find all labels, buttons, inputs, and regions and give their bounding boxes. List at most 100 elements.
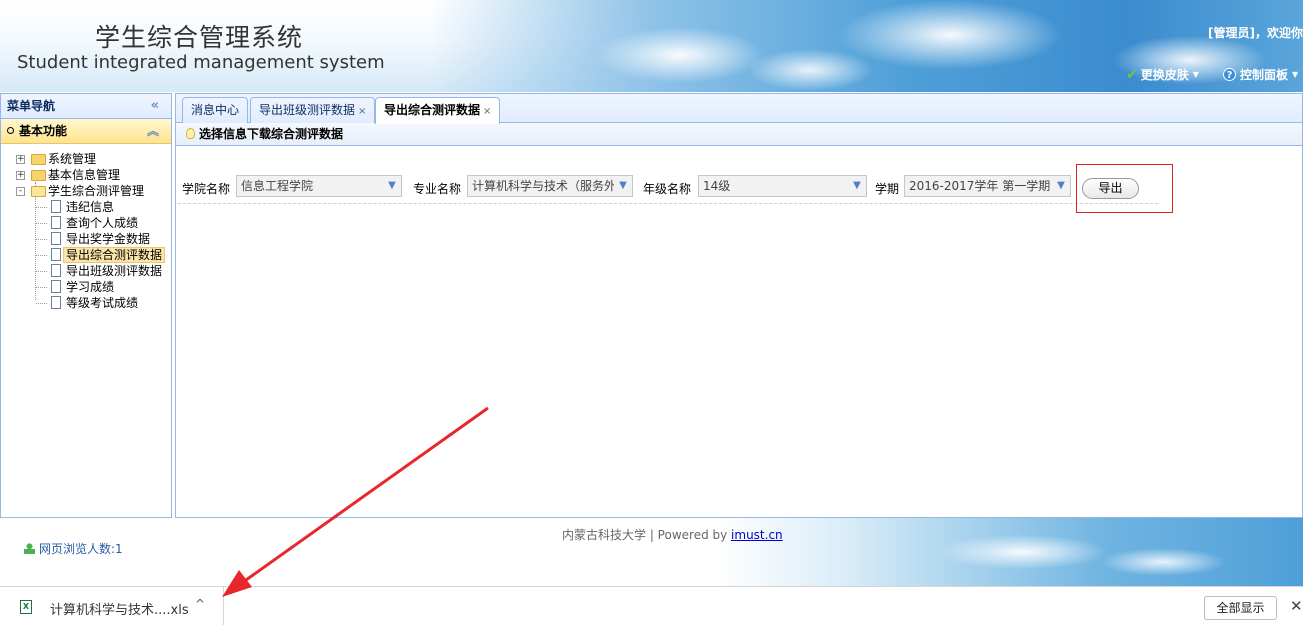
app-window: 学生综合管理系统 Student integrated management s… <box>0 0 1303 625</box>
collapse-up-icon[interactable]: ︽ <box>147 119 159 143</box>
tree-label: 学生综合测评管理 <box>48 184 145 198</box>
tree-label: 导出综合测评数据 <box>63 247 166 263</box>
tree-connector <box>36 303 47 304</box>
chevron-down-icon[interactable]: ▼ <box>614 176 632 196</box>
file-icon <box>51 280 61 293</box>
chevron-down-icon: ▼ <box>1292 70 1299 79</box>
download-bar: X 计算机科学与技术....xls ^ 全部显示 ✕ <box>0 586 1303 625</box>
term-select[interactable]: 2016-2017学年 第一学期 ▼ <box>904 175 1071 197</box>
chevron-down-icon[interactable]: ▼ <box>1052 176 1070 196</box>
tree-connector <box>36 287 47 288</box>
menu-nav-header: 菜单导航 « <box>1 94 171 119</box>
tree-connector <box>36 223 47 224</box>
show-all-button[interactable]: 全部显示 <box>1204 596 1277 620</box>
tab-label: 导出综合测评数据 <box>384 103 481 117</box>
tree-node-export-class-evaluation[interactable]: 导出班级测评数据 <box>1 263 171 279</box>
grade-label: 年级名称 <box>643 182 692 196</box>
tree-node-academic-grades[interactable]: 学习成绩 <box>1 279 171 295</box>
change-skin-label: 更换皮肤 <box>1140 68 1189 82</box>
term-label: 学期 <box>875 182 900 196</box>
close-icon[interactable]: ✕ <box>1290 597 1303 615</box>
chevron-up-icon[interactable]: ^ <box>195 597 205 611</box>
tree-label: 等级考试成绩 <box>66 296 139 310</box>
nav-tree: + 系统管理 + 基本信息管理 - 学生综合测评管理 违纪信息 查询个人成绩 导… <box>1 144 171 311</box>
header-banner: 学生综合管理系统 Student integrated management s… <box>0 0 1303 92</box>
college-label: 学院名称 <box>182 182 231 196</box>
imust-link[interactable]: imust.cn <box>731 528 783 542</box>
folder-open-icon <box>31 186 46 197</box>
tree-connector <box>36 207 47 208</box>
main-panel: 消息中心 导出班级测评数据 × 导出综合测评数据 × 选择信息下载综合测评数据 学院… <box>175 93 1303 518</box>
tree-node-query-grades[interactable]: 查询个人成绩 <box>1 215 171 231</box>
bullet-icon <box>7 127 14 134</box>
cloud-decoration <box>903 522 1243 582</box>
sidebar: 菜单导航 « 基本功能 ︽ + 系统管理 + 基本信息管理 - 学生综合测评管理… <box>0 93 172 518</box>
tree-label: 基本信息管理 <box>48 168 121 182</box>
tree-node-system-management[interactable]: + 系统管理 <box>1 151 171 167</box>
tab-bar: 消息中心 导出班级测评数据 × 导出综合测评数据 × <box>176 94 1302 124</box>
chevron-down-icon[interactable]: ▼ <box>383 176 401 196</box>
tree-connector <box>36 239 47 240</box>
control-panel-menu[interactable]: ? 控制面板 ▼ <box>1223 66 1298 83</box>
tree-label: 学习成绩 <box>66 280 115 294</box>
major-select[interactable]: 计算机科学与技术（服务外包 ▼ <box>467 175 633 197</box>
copyright: 内蒙古科技大学 | Powered by imust.cn <box>562 526 783 543</box>
folder-icon <box>31 170 46 181</box>
control-panel-label: 控制面板 <box>1240 68 1289 82</box>
menu-nav-title: 菜单导航 <box>7 99 56 113</box>
collapse-node-icon[interactable]: - <box>16 187 25 196</box>
excel-file-icon: X <box>20 600 32 614</box>
expand-icon[interactable]: + <box>16 171 25 180</box>
tree-node-discipline[interactable]: 违纪信息 <box>1 199 171 215</box>
basic-functions-title: 基本功能 <box>19 124 68 138</box>
tree-label: 查询个人成绩 <box>66 216 139 230</box>
file-icon <box>51 296 61 309</box>
file-icon <box>51 264 61 277</box>
help-icon: ? <box>1223 68 1236 81</box>
tab-label: 导出班级测评数据 <box>259 103 356 117</box>
check-icon: ✔ <box>1126 66 1138 83</box>
system-title-cn: 学生综合管理系统 <box>95 23 304 52</box>
tree-node-basic-info[interactable]: + 基本信息管理 <box>1 167 171 183</box>
close-icon[interactable]: × <box>483 106 491 117</box>
tab-label: 消息中心 <box>191 103 240 117</box>
term-value: 2016-2017学年 第一学期 <box>909 179 1051 193</box>
tree-node-export-evaluation[interactable]: 导出综合测评数据 <box>1 247 171 263</box>
file-icon <box>51 248 61 261</box>
change-skin-menu[interactable]: ✔ 更换皮肤 ▼ <box>1126 66 1199 83</box>
tab-message-center[interactable]: 消息中心 <box>182 97 249 123</box>
tree-connector <box>36 271 47 272</box>
welcome-text: [管理员]，欢迎你 <box>1208 26 1303 40</box>
tree-node-export-scholarship[interactable]: 导出奖学金数据 <box>1 231 171 247</box>
tree-label: 违纪信息 <box>66 200 115 214</box>
tree-node-level-exam[interactable]: 等级考试成绩 <box>1 295 171 311</box>
tab-export-evaluation[interactable]: 导出综合测评数据 × <box>375 97 501 124</box>
college-select[interactable]: 信息工程学院 ▼ <box>236 175 402 197</box>
tree-label: 导出奖学金数据 <box>66 232 151 246</box>
expand-icon[interactable]: + <box>16 155 25 164</box>
lightbulb-icon <box>186 128 195 139</box>
file-icon <box>51 232 61 245</box>
download-item[interactable]: X 计算机科学与技术....xls ^ <box>0 587 224 625</box>
tab-export-class-evaluation[interactable]: 导出班级测评数据 × <box>250 97 376 123</box>
grade-select[interactable]: 14级 ▼ <box>698 175 867 197</box>
tree-node-evaluation-management[interactable]: - 学生综合测评管理 <box>1 183 171 199</box>
download-file-name: 计算机科学与技术....xls <box>50 603 189 618</box>
copyright-text: 内蒙古科技大学 | Powered by <box>562 528 732 542</box>
collapse-left-icon[interactable]: « <box>151 94 159 118</box>
basic-functions-header[interactable]: 基本功能 ︽ <box>1 119 171 144</box>
system-title-en: Student integrated management system <box>17 52 385 73</box>
export-form: 学院名称 信息工程学院 ▼ 专业名称 计算机科学与技术（服务外包 ▼ 年级名称 … <box>176 170 1176 204</box>
close-icon[interactable]: × <box>358 106 366 117</box>
file-icon <box>51 200 61 213</box>
tree-connector <box>36 255 47 256</box>
file-icon <box>51 216 61 229</box>
folder-icon <box>31 154 46 165</box>
grade-value: 14级 <box>703 179 731 193</box>
footer: 内蒙古科技大学 | Powered by imust.cn 网页浏览人数:1 <box>0 518 1303 586</box>
tree-label: 导出班级测评数据 <box>66 264 163 278</box>
chevron-down-icon[interactable]: ▼ <box>848 176 866 196</box>
visitor-count: 网页浏览人数:1 <box>24 540 123 557</box>
user-icon <box>24 543 35 554</box>
tree-label: 系统管理 <box>48 152 97 166</box>
